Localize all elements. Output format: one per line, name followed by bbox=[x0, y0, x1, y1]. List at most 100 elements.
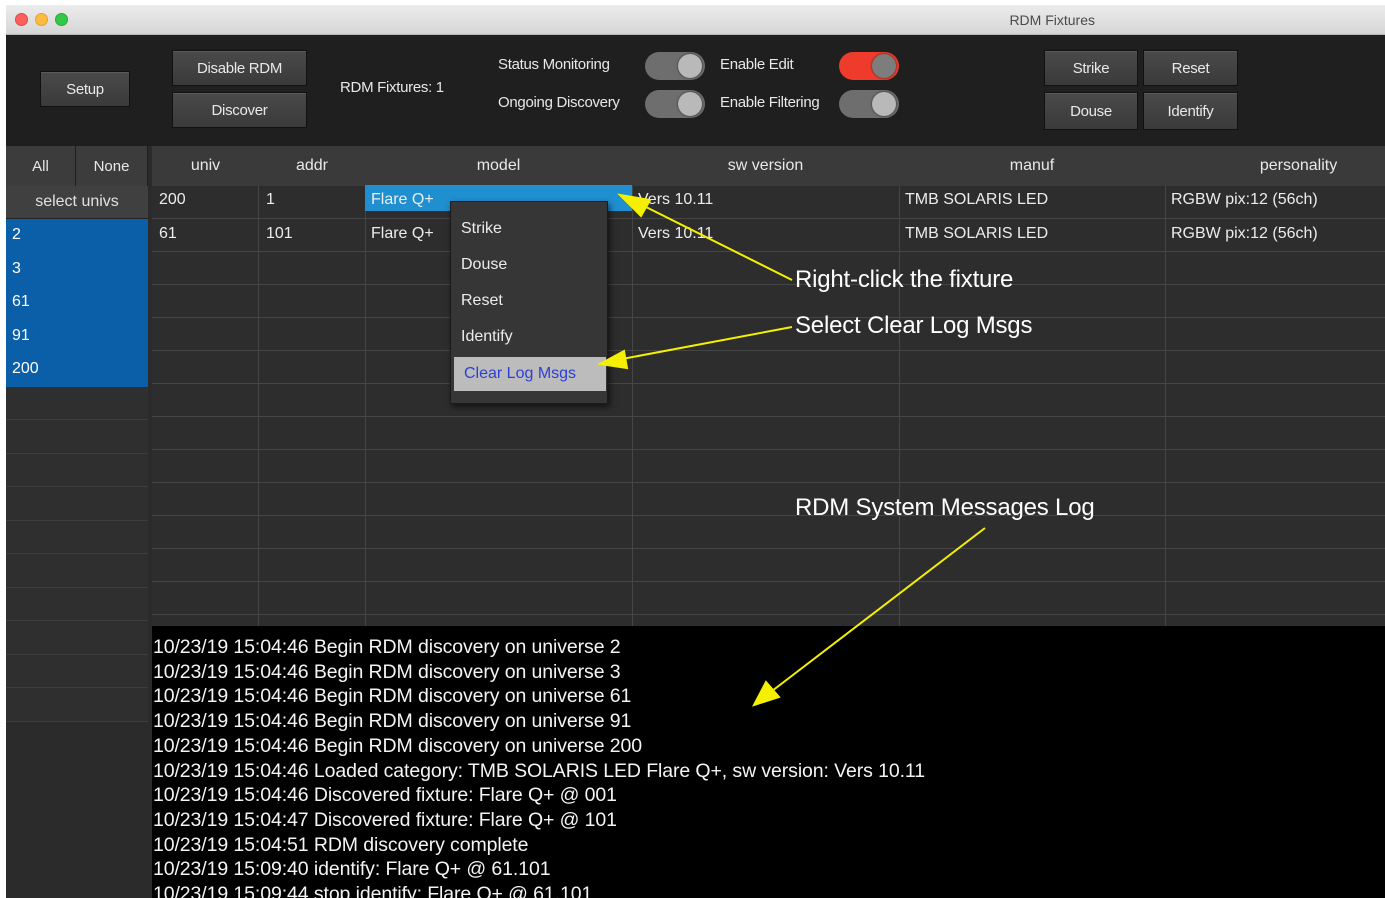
cell-personality: RGBW pix:12 (56ch) bbox=[1171, 191, 1318, 208]
column-divider bbox=[365, 186, 366, 626]
cell-model[interactable]: Flare Q+ bbox=[371, 225, 434, 243]
strike-button[interactable]: Strike bbox=[1044, 50, 1138, 86]
toolbar: Setup Disable RDM Discover RDM Fixtures:… bbox=[6, 35, 1385, 146]
empty-row bbox=[6, 487, 148, 521]
system-messages-log[interactable]: 10/23/19 15:04:46 Begin RDM discovery on… bbox=[152, 626, 1385, 898]
discover-button[interactable]: Discover bbox=[172, 92, 307, 128]
cell-addr: 1 bbox=[266, 191, 275, 208]
universe-item[interactable]: 3 bbox=[6, 252, 148, 286]
table-header: univ addr model sw version manuf persona… bbox=[152, 146, 1385, 186]
select-none-button[interactable]: None bbox=[76, 146, 148, 186]
annotation-select-clear: Select Clear Log Msgs bbox=[795, 312, 1033, 339]
row-divider bbox=[152, 482, 1385, 483]
column-divider bbox=[899, 186, 900, 626]
toggle-knob bbox=[678, 92, 702, 116]
column-header-model[interactable]: model bbox=[365, 146, 632, 186]
status-monitoring-toggle[interactable] bbox=[645, 52, 705, 80]
empty-row bbox=[6, 520, 148, 554]
universe-item[interactable]: 61 bbox=[6, 286, 148, 320]
select-univs-header: select univs bbox=[6, 186, 148, 219]
column-header-addr[interactable]: addr bbox=[259, 146, 365, 186]
row-divider bbox=[152, 614, 1385, 615]
log-line: 10/23/19 15:04:51 RDM discovery complete bbox=[153, 833, 529, 856]
menu-item-reset[interactable]: Reset bbox=[451, 284, 607, 318]
log-line: 10/23/19 15:04:46 Begin RDM discovery on… bbox=[153, 660, 621, 683]
log-line: 10/23/19 15:04:46 Begin RDM discovery on… bbox=[153, 685, 632, 708]
empty-row bbox=[6, 621, 148, 655]
menu-item-identify[interactable]: Identify bbox=[451, 320, 607, 354]
fixtures-count-label: RDM Fixtures: 1 bbox=[340, 79, 444, 96]
douse-button[interactable]: Douse bbox=[1044, 92, 1138, 130]
log-line: 10/23/19 15:04:46 Begin RDM discovery on… bbox=[153, 734, 643, 757]
empty-row bbox=[6, 654, 148, 688]
menu-item-douse[interactable]: Douse bbox=[451, 248, 607, 282]
row-divider bbox=[152, 350, 1385, 351]
annotation-right-click: Right-click the fixture bbox=[795, 266, 1014, 293]
log-line: 10/23/19 15:04:46 Begin RDM discovery on… bbox=[153, 636, 621, 658]
ongoing-discovery-label: Ongoing Discovery bbox=[498, 94, 620, 111]
row-divider bbox=[152, 449, 1385, 450]
empty-row bbox=[6, 554, 148, 588]
setup-button[interactable]: Setup bbox=[40, 71, 130, 107]
cell-manuf: TMB SOLARIS LED bbox=[905, 225, 1049, 242]
cell-univ: 200 bbox=[159, 191, 186, 208]
cell-univ: 61 bbox=[159, 225, 177, 242]
universe-item[interactable]: 91 bbox=[6, 319, 148, 353]
row-divider bbox=[152, 218, 1385, 219]
row-divider bbox=[152, 284, 1385, 285]
enable-filtering-toggle[interactable] bbox=[839, 90, 899, 118]
column-divider bbox=[632, 186, 633, 626]
cell-sw-version: Vers 10.11 bbox=[638, 191, 714, 208]
fixture-context-menu: Strike Douse Reset Identify Clear Log Ms… bbox=[450, 201, 608, 404]
empty-row bbox=[6, 420, 148, 454]
annotation-log-label: RDM System Messages Log bbox=[795, 494, 1095, 521]
row-divider bbox=[152, 383, 1385, 384]
log-line: 10/23/19 15:04:46 Discovered fixture: Fl… bbox=[153, 784, 617, 807]
disable-rdm-button[interactable]: Disable RDM bbox=[172, 50, 307, 86]
cell-addr: 101 bbox=[266, 225, 293, 242]
title-bar: RDM Fixtures bbox=[6, 5, 1385, 35]
identify-button[interactable]: Identify bbox=[1143, 92, 1238, 130]
row-divider bbox=[152, 515, 1385, 516]
reset-button[interactable]: Reset bbox=[1143, 50, 1238, 86]
universe-list: 2 3 61 91 200 bbox=[6, 219, 148, 722]
column-header-univ[interactable]: univ bbox=[152, 146, 259, 186]
row-divider bbox=[152, 251, 1385, 252]
cell-sw-version: Vers 10.11 bbox=[638, 225, 714, 242]
enable-filtering-label: Enable Filtering bbox=[720, 94, 820, 111]
empty-row bbox=[6, 587, 148, 621]
enable-edit-label: Enable Edit bbox=[720, 56, 794, 73]
empty-row bbox=[6, 386, 148, 420]
log-line: 10/23/19 15:04:46 Begin RDM discovery on… bbox=[153, 710, 632, 733]
log-line: 10/23/19 15:04:47 Discovered fixture: Fl… bbox=[153, 808, 617, 831]
row-divider bbox=[152, 548, 1385, 549]
toggle-knob bbox=[678, 54, 702, 78]
cell-model[interactable]: Flare Q+ bbox=[371, 191, 434, 209]
column-divider bbox=[1165, 186, 1166, 626]
universe-item[interactable]: 2 bbox=[6, 219, 148, 253]
menu-item-strike[interactable]: Strike bbox=[451, 212, 607, 246]
log-line: 10/23/19 15:04:46 Loaded category: TMB S… bbox=[153, 759, 925, 782]
ongoing-discovery-toggle[interactable] bbox=[645, 90, 705, 118]
row-divider bbox=[152, 416, 1385, 417]
row-divider bbox=[152, 317, 1385, 318]
column-header-manuf[interactable]: manuf bbox=[899, 146, 1165, 186]
empty-row bbox=[6, 453, 148, 487]
universe-item[interactable]: 200 bbox=[6, 353, 148, 387]
column-header-personality[interactable]: personality bbox=[1165, 146, 1385, 186]
enable-edit-toggle[interactable] bbox=[839, 52, 899, 80]
rdm-fixtures-window: RDM Fixtures Setup Disable RDM Discover … bbox=[6, 5, 1385, 898]
log-line: 10/23/19 15:09:40 identify: Flare Q+ @ 6… bbox=[153, 858, 551, 881]
cell-personality: RGBW pix:12 (56ch) bbox=[1171, 225, 1318, 242]
menu-item-clear-log-msgs[interactable]: Clear Log Msgs bbox=[454, 357, 606, 391]
select-all-button[interactable]: All bbox=[6, 146, 76, 186]
log-line: 10/23/19 15:09:44 stop identify: Flare Q… bbox=[153, 883, 593, 898]
fixture-table: univ addr model sw version manuf persona… bbox=[152, 146, 1385, 626]
column-divider bbox=[258, 186, 259, 626]
row-divider bbox=[152, 581, 1385, 582]
cell-manuf: TMB SOLARIS LED bbox=[905, 191, 1049, 208]
toggle-knob bbox=[872, 92, 896, 116]
column-header-sw-version[interactable]: sw version bbox=[632, 146, 899, 186]
universe-panel: All None select univs 2 3 61 91 200 bbox=[6, 146, 148, 898]
window-title: RDM Fixtures bbox=[1009, 12, 1095, 28]
